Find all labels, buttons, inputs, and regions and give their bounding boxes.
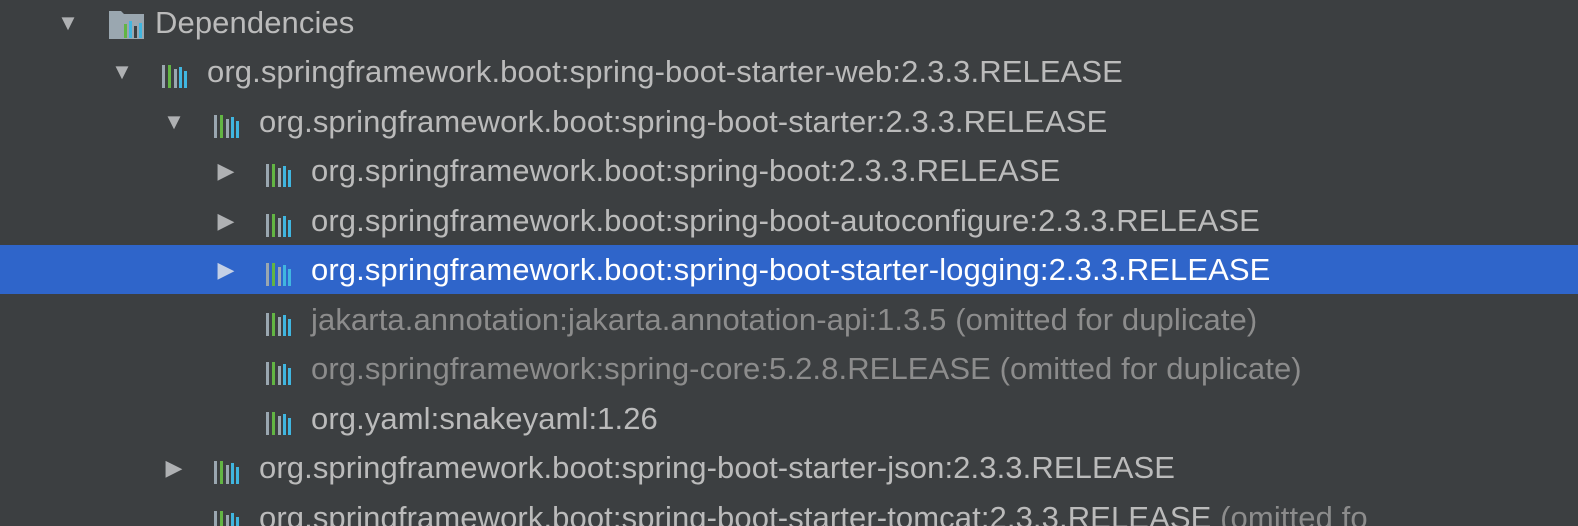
library-icon bbox=[265, 259, 293, 286]
dependency-coordinate: org.springframework.boot:spring-boot-sta… bbox=[259, 104, 1108, 139]
tree-row[interactable]: org.yaml:snakeyaml:1.26 bbox=[0, 394, 1578, 443]
collapse-arrow-icon[interactable]: ▶ bbox=[214, 146, 238, 195]
dependency-label: org.springframework.boot:spring-boot-sta… bbox=[259, 97, 1107, 146]
tree-row[interactable]: ▼ org.springframework.boot:spring-boot-st… bbox=[0, 97, 1578, 146]
collapse-arrow-icon[interactable]: ▶ bbox=[162, 443, 186, 492]
omitted-note: (omitted fo bbox=[1211, 500, 1368, 526]
dependency-coordinate: org.springframework.boot:spring-boot-sta… bbox=[259, 450, 1176, 485]
library-icon bbox=[265, 358, 293, 385]
library-icon bbox=[265, 210, 293, 237]
dependency-coordinate: jakarta.annotation:jakarta.annotation-ap… bbox=[311, 302, 947, 337]
expand-arrow-icon[interactable]: ▼ bbox=[56, 0, 80, 47]
tree-row-dependencies[interactable]: ▼ Dependencies bbox=[0, 0, 1578, 47]
dependency-coordinate: org.yaml:snakeyaml:1.26 bbox=[311, 401, 658, 436]
library-icon bbox=[213, 111, 241, 138]
omitted-note: (omitted for duplicate) bbox=[990, 351, 1302, 386]
dependency-label: org.springframework.boot:spring-boot-sta… bbox=[259, 493, 1368, 526]
dependency-label: org.yaml:snakeyaml:1.26 bbox=[311, 394, 658, 443]
dependency-tree: ▼ Dependencies ▼ org.springframework.boot… bbox=[0, 0, 1578, 526]
tree-root-label: Dependencies bbox=[155, 5, 355, 40]
dependency-label: org.springframework.boot:spring-boot-sta… bbox=[207, 47, 1123, 96]
library-icon bbox=[265, 408, 293, 435]
tree-row[interactable]: org.springframework.boot:spring-boot-sta… bbox=[0, 493, 1578, 526]
folder-icon bbox=[108, 7, 150, 41]
library-icon bbox=[265, 309, 293, 336]
dependency-coordinate: org.springframework.boot:spring-boot:2.3… bbox=[311, 153, 1061, 188]
tree-row[interactable]: ▶ org.springframework.boot:spring-boot-st… bbox=[0, 443, 1578, 492]
dependency-coordinate: org.springframework.boot:spring-boot-sta… bbox=[259, 500, 1212, 526]
library-icon bbox=[213, 507, 241, 526]
dependency-label: org.springframework:spring-core:5.2.8.RE… bbox=[311, 344, 1302, 393]
library-icon bbox=[265, 160, 293, 187]
dependency-label: org.springframework.boot:spring-boot-sta… bbox=[311, 245, 1270, 294]
dependency-coordinate: org.springframework.boot:spring-boot-sta… bbox=[207, 54, 1123, 89]
dependency-label: org.springframework.boot:spring-boot-sta… bbox=[259, 443, 1175, 492]
dependency-label: org.springframework.boot:spring-boot-aut… bbox=[311, 196, 1260, 245]
tree-row[interactable]: ▼ org.springframework.boot:spring-boot-st… bbox=[0, 47, 1578, 96]
collapse-arrow-icon[interactable]: ▶ bbox=[214, 196, 238, 245]
tree-row[interactable]: ▶ org.springframework.boot:spring-boot-st… bbox=[0, 245, 1578, 294]
dependency-label: jakarta.annotation:jakarta.annotation-ap… bbox=[311, 295, 1257, 344]
expand-arrow-icon[interactable]: ▼ bbox=[162, 97, 186, 146]
library-icon bbox=[161, 61, 189, 88]
omitted-note: (omitted for duplicate) bbox=[946, 302, 1258, 337]
dependency-label: org.springframework.boot:spring-boot:2.3… bbox=[311, 146, 1060, 195]
tree-row[interactable]: jakarta.annotation:jakarta.annotation-ap… bbox=[0, 295, 1578, 344]
library-icon bbox=[213, 457, 241, 484]
dependency-coordinate: org.springframework:spring-core:5.2.8.RE… bbox=[311, 351, 991, 386]
dependency-coordinate: org.springframework.boot:spring-boot-sta… bbox=[311, 252, 1271, 287]
tree-row[interactable]: ▶ org.springframework.boot:spring-boot:2.… bbox=[0, 146, 1578, 195]
tree-row[interactable]: ▶ org.springframework.boot:spring-boot-au… bbox=[0, 196, 1578, 245]
expand-arrow-icon[interactable]: ▼ bbox=[110, 47, 134, 96]
tree-row[interactable]: org.springframework:spring-core:5.2.8.RE… bbox=[0, 344, 1578, 393]
collapse-arrow-icon[interactable]: ▶ bbox=[214, 245, 238, 294]
dependency-coordinate: org.springframework.boot:spring-boot-aut… bbox=[311, 203, 1260, 238]
